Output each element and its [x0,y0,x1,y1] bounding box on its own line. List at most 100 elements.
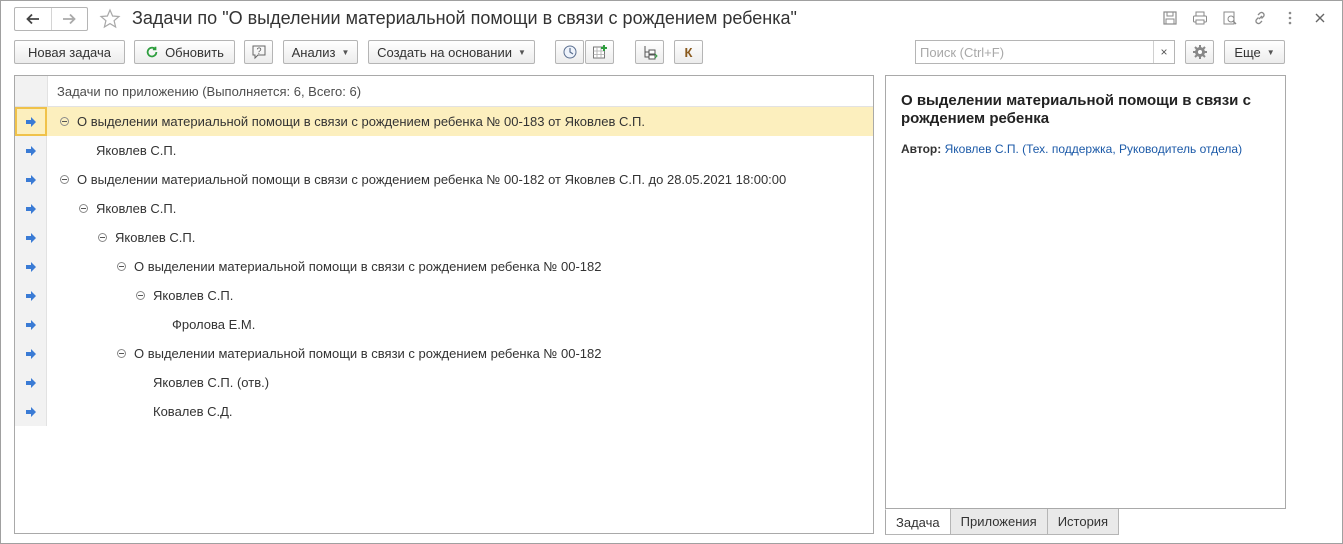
more-vertical-icon [1288,11,1292,25]
row-marker[interactable] [15,194,47,223]
arrow-left-icon [25,13,39,25]
tree-row-label: Ковалев С.Д. [153,404,233,419]
tree-row-content: Яковлев С.П. [96,143,176,158]
row-marker[interactable] [15,368,47,397]
row-marker[interactable] [15,339,47,368]
more-dropdown[interactable]: Еще ▼ [1224,40,1285,64]
navigation-group [14,7,88,31]
row-marker[interactable] [15,252,47,281]
title-bar: Задачи по "О выделении материальной помо… [1,1,1342,37]
tab-1[interactable]: Приложения [949,509,1048,535]
arrow-right-blue-icon [26,116,36,127]
row-marker[interactable] [15,165,47,194]
tree-row[interactable]: О выделении материальной помощи в связи … [15,107,873,136]
tree-row[interactable]: Ковалев С.Д. [15,397,873,426]
tree-row-content: Яковлев С.П. [98,230,195,245]
tree-rows: О выделении материальной помощи в связи … [15,107,873,426]
tab-2[interactable]: История [1046,509,1120,535]
refresh-label: Обновить [165,44,224,60]
tree-row-content: Ковалев С.Д. [153,404,233,419]
gear-icon [1192,45,1207,59]
forward-button[interactable] [50,8,88,30]
collapse-toggle-icon[interactable] [117,349,126,358]
author-label: Автор: [901,142,942,156]
back-button[interactable] [15,8,51,30]
preview-button[interactable] [1220,9,1240,27]
tree-row[interactable]: О выделении материальной помощи в связи … [15,165,873,194]
task-title: О выделении материальной помощи в связи … [901,92,1251,127]
star-icon[interactable] [99,8,121,30]
tree-row-content: Яковлев С.П. [79,201,176,216]
print-button[interactable] [1190,9,1210,27]
tree-row-label: Яковлев С.П. [96,143,177,158]
row-marker[interactable] [15,310,47,339]
clock-button[interactable] [555,40,584,64]
new-task-button[interactable]: Новая задача [14,40,125,64]
arrow-right-blue-icon [25,232,36,243]
tree-row-content: О выделении материальной помощи в связи … [117,259,601,274]
arrow-right-blue-icon [25,203,36,214]
analysis-label: Анализ [291,44,336,60]
add-grid-button[interactable] [585,40,614,64]
create-based-on-label: Создать на основании [377,44,512,60]
tree-row-label: О выделении материальной помощи в связи … [134,346,602,361]
row-marker[interactable] [15,136,47,165]
more-label: Еще [1234,44,1261,60]
arrow-right-icon [63,13,77,25]
window: Задачи по "О выделении материальной помо… [0,0,1343,544]
collapse-toggle-icon[interactable] [136,291,145,300]
collapse-toggle-icon[interactable] [79,204,88,213]
arrow-right-blue-icon [25,348,36,359]
refresh-button[interactable]: Обновить [134,40,235,64]
clear-search-button[interactable]: × [1153,41,1174,63]
collapse-toggle-icon[interactable] [117,262,126,271]
tree-row[interactable]: Яковлев С.П. [15,281,873,310]
analysis-dropdown[interactable]: Анализ ▼ [283,40,358,64]
tree-row[interactable]: О выделении материальной помощи в связи … [15,252,873,281]
tree-row-label: Яковлев С.П. [153,288,234,303]
tree-row-content: О выделении материальной помощи в связи … [60,114,645,129]
link-button[interactable] [1250,9,1270,27]
tree-row-label: Яковлев С.П. [96,201,177,216]
tree-view-button[interactable] [635,40,664,64]
arrow-right-blue-icon [25,290,36,301]
arrow-right-blue-icon [25,174,36,185]
row-marker[interactable] [15,107,47,136]
tree-row-label: О выделении материальной помощи в связи … [77,114,645,129]
author-link[interactable]: Яковлев С.П. (Тех. поддержка, Руководите… [945,142,1242,156]
tree-row-content: Фролова Е.М. [172,317,255,332]
tree-row[interactable]: Яковлев С.П. [15,194,873,223]
save-button[interactable] [1160,9,1180,27]
k-button[interactable]: К [674,40,703,64]
tab-0[interactable]: Задача [885,509,951,535]
more-menu-button[interactable] [1280,9,1300,27]
svg-text:?: ? [256,46,261,56]
arrow-right-blue-icon [25,261,36,272]
tree-row[interactable]: Яковлев С.П. [15,223,873,252]
collapse-toggle-icon[interactable] [60,175,69,184]
tree-view-icon [644,46,658,60]
tree-row[interactable]: Яковлев С.П. [15,136,873,165]
row-marker[interactable] [15,281,47,310]
tasks-tree[interactable]: Задачи по приложению (Выполняется: 6, Вс… [14,75,874,534]
create-based-on-dropdown[interactable]: Создать на основании ▼ [368,40,535,64]
detail-tabs: Задача Приложения История [885,509,1120,535]
search-input[interactable] [916,42,1153,62]
tree-row[interactable]: О выделении материальной помощи в связи … [15,339,873,368]
collapse-toggle-icon[interactable] [98,233,107,242]
marker-column-header [15,76,48,106]
close-button[interactable] [1310,9,1330,27]
tree-row[interactable]: Яковлев С.П. (отв.) [15,368,873,397]
tree-header-title: Задачи по приложению (Выполняется: 6, Вс… [57,84,362,99]
settings-button[interactable] [1185,40,1214,64]
collapse-toggle-icon[interactable] [60,117,69,126]
tree-row-label: О выделении материальной помощи в связи … [77,172,787,187]
tree-row-content: О выделении материальной помощи в связи … [60,172,786,187]
tree-row[interactable]: Фролова Е.М. [15,310,873,339]
row-marker[interactable] [15,223,47,252]
tree-row-label: Яковлев С.П. [115,230,196,245]
help-button[interactable]: ? [244,40,273,64]
search-field: × [915,40,1175,64]
row-marker[interactable] [15,397,47,426]
arrow-right-blue-icon [25,377,36,388]
